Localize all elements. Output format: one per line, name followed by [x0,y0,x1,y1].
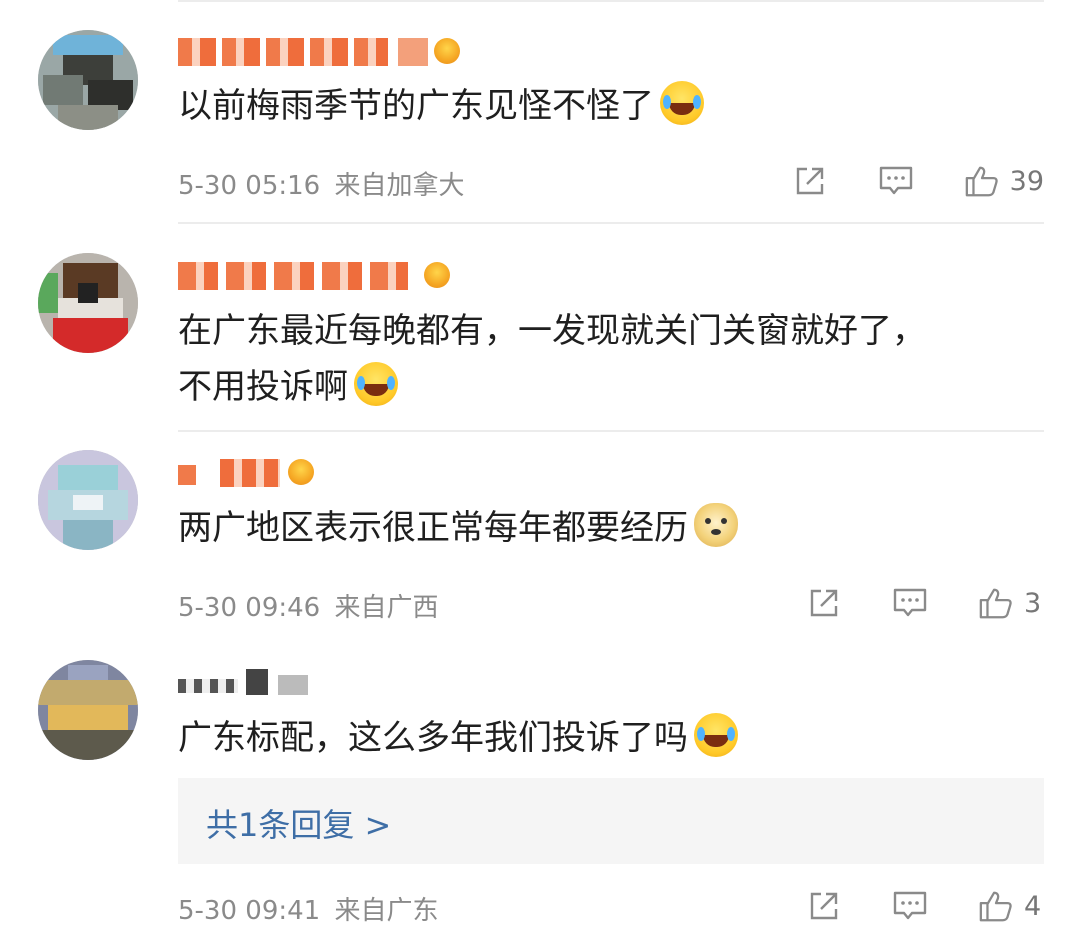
comment-location: 来自广东 [334,896,439,926]
comment-location: 来自加拿大 [334,171,465,201]
comment-icon[interactable] [892,888,928,924]
avatar[interactable] [38,30,138,130]
comment-text: 广东标配，这么多年我们投诉了吗 [178,710,738,766]
comment-icon[interactable] [892,585,928,621]
vip-crown-icon [424,262,450,288]
comment-location: 来自广西 [334,593,439,623]
comment-icon[interactable] [878,163,914,199]
username-redacted[interactable] [178,34,478,70]
laugh-cry-emoji [694,713,738,757]
avatar[interactable] [38,450,138,550]
like-count: 3 [1024,587,1042,619]
username-redacted[interactable] [178,258,478,294]
like-icon[interactable] [978,585,1014,621]
comment-date: 5-30 09:41 [178,896,321,926]
like-icon[interactable] [978,888,1014,924]
comment-actions: 3 [756,581,1044,625]
username-redacted[interactable] [178,455,378,491]
comment-actions: 4 [756,884,1044,928]
comment-text: 不用投诉啊 [178,359,398,415]
divider [178,430,1044,432]
laugh-cry-emoji [354,362,398,406]
share-icon[interactable] [806,585,842,621]
comment-text: 在广东最近每晚都有，一发现就关门关窗就好了， [178,311,926,351]
comment-meta: 5-30 05:16 来自加拿大 [178,165,464,202]
comment-date: 5-30 09:46 [178,593,321,623]
reply-box[interactable]: 共1条回复 > [178,778,1044,864]
avatar[interactable] [38,660,138,760]
comment-text: 以前梅雨季节的广东见怪不怪了 [178,78,704,134]
share-icon[interactable] [806,888,842,924]
like-icon[interactable] [964,163,1000,199]
like-count: 39 [1009,165,1044,197]
vip-crown-icon [288,459,314,485]
view-replies-link[interactable]: 共1条回复 > [206,800,391,846]
comment-text: 两广地区表示很正常每年都要经历 [178,500,738,556]
avatar[interactable] [38,253,138,353]
comment-meta: 5-30 09:41 来自广东 [178,890,438,927]
username-redacted[interactable] [178,665,378,701]
like-count: 4 [1024,890,1042,922]
vip-crown-icon [434,38,460,64]
comment-actions: 39 [742,159,1044,203]
divider [178,0,1044,2]
doge-emoji [694,503,738,547]
share-icon[interactable] [792,163,828,199]
laugh-cry-emoji [660,81,704,125]
comment-meta: 5-30 09:46 来自广西 [178,587,438,624]
comment-date: 5-30 05:16 [178,171,321,201]
divider [178,222,1044,224]
